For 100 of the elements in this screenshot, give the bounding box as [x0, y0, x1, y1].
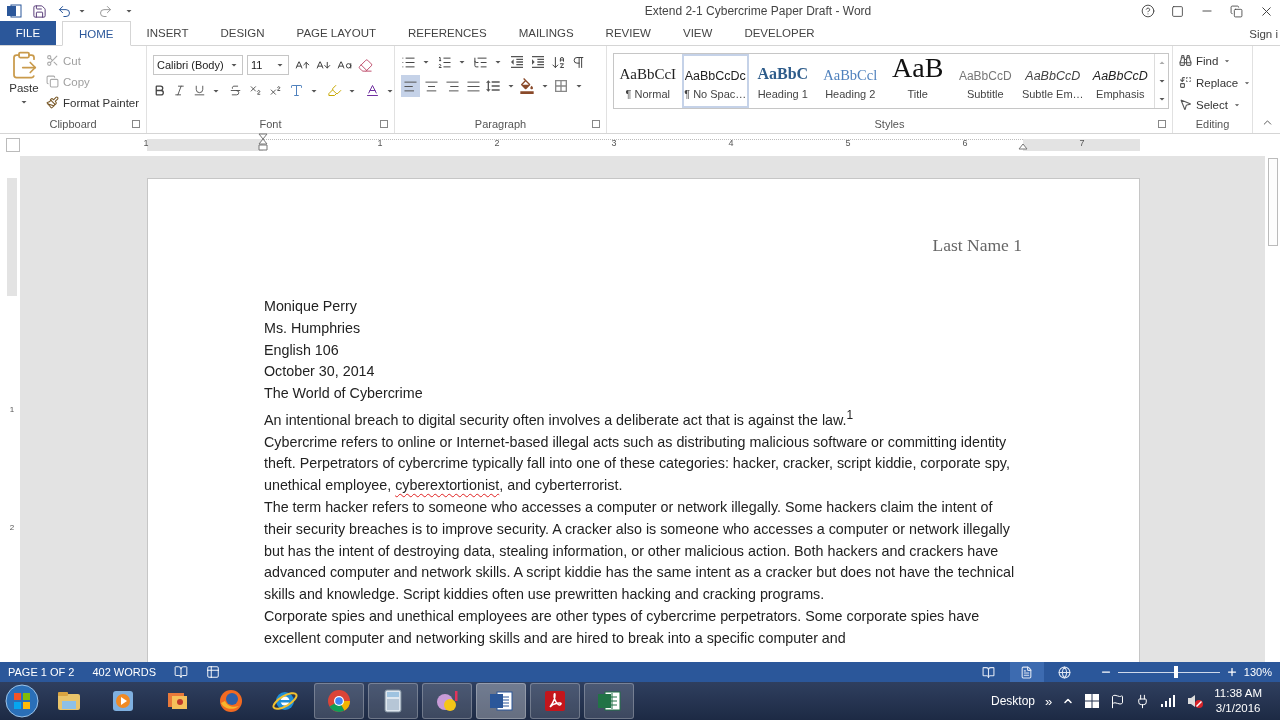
editing-button[interactable]: Find	[1179, 50, 1253, 71]
group-label: Font	[259, 118, 282, 130]
ribbon-tab[interactable]: VIEW	[667, 21, 729, 45]
style-preview: AaBbCcI	[619, 65, 677, 82]
taskbar-button[interactable]	[314, 683, 364, 719]
restore-icon[interactable]	[1230, 4, 1243, 18]
paragraph: Ms. Humphries	[264, 318, 362, 338]
color-wheel-icon[interactable]	[325, 687, 353, 715]
ruler-number: 1	[377, 138, 383, 148]
dialog-launcher-icon[interactable]	[1158, 120, 1166, 128]
zoom-slider[interactable]	[1117, 666, 1220, 678]
style-item[interactable]: AaB Title	[884, 54, 952, 108]
clear-format-icon[interactable]	[358, 57, 373, 73]
style-label: ¶ No Spac…	[684, 88, 747, 100]
ribbon-tab[interactable]: REVIEW	[589, 21, 667, 45]
style-item[interactable]: AaBbC Heading 1	[749, 54, 817, 108]
help-icon[interactable]	[1141, 4, 1155, 18]
zoom-in-icon[interactable]	[1225, 666, 1238, 678]
dialog-launcher-icon[interactable]	[132, 120, 140, 128]
taskbar-button[interactable]	[422, 683, 472, 719]
taskbar-button[interactable]	[368, 683, 418, 719]
numbering-icon[interactable]	[437, 54, 452, 70]
line-spacing-icon[interactable]	[485, 78, 501, 94]
word-count[interactable]: 402 WORDS	[92, 666, 156, 678]
desktop-toolbar[interactable]: Desktop	[991, 694, 1035, 708]
style-item[interactable]: AaBbCcl Heading 2	[816, 54, 884, 108]
style-label: Title	[907, 88, 928, 100]
font-name-field[interactable]: Calibri (Body)	[153, 55, 243, 75]
shading-icon[interactable]	[519, 78, 535, 94]
proofing-icon[interactable]	[174, 665, 188, 679]
taskbar-button[interactable]	[584, 683, 634, 719]
paintbrush-icon	[46, 96, 59, 109]
superscript-icon[interactable]	[269, 84, 282, 97]
style-preview: AaBbCcl	[823, 65, 878, 82]
style-item[interactable]: AaBbCcI ¶ Normal	[614, 54, 682, 108]
zoom-thumb[interactable]	[1174, 666, 1178, 678]
bullets-icon[interactable]	[401, 54, 416, 70]
view-button[interactable]	[1009, 662, 1044, 682]
ribbon-tab[interactable]: REFERENCES	[392, 21, 503, 45]
flag-icon[interactable]	[1110, 693, 1126, 709]
signal-icon[interactable]	[1160, 694, 1177, 708]
sign-in-link[interactable]: Sign i	[1249, 27, 1278, 40]
editing-button[interactable]: Select	[1179, 94, 1253, 115]
align-right-icon	[445, 78, 460, 94]
style-item[interactable]: AaBbCcDc ¶ No Spac…	[681, 54, 749, 108]
multilevel-list-icon[interactable]	[473, 54, 488, 70]
ribbon-tab[interactable]: PAGE LAYOUT	[280, 21, 393, 45]
group-label: Editing	[1195, 118, 1230, 130]
text-effects-icon[interactable]	[289, 83, 304, 98]
save-icon[interactable]	[32, 3, 47, 19]
start-button[interactable]	[4, 683, 40, 719]
zoom-level[interactable]: 130%	[1243, 666, 1272, 678]
ruler-number: 1	[8, 405, 16, 414]
toolbar-chevron[interactable]: »	[1045, 693, 1053, 709]
font-size-field[interactable]: 11	[247, 55, 289, 75]
macro-icon[interactable]	[206, 665, 220, 679]
ruler-number: 3	[611, 138, 617, 148]
style-item[interactable]: AaBbCcD Emphasis	[1086, 54, 1154, 108]
ribbon-tab[interactable]: DESIGN	[204, 21, 281, 45]
ribbon-display-icon[interactable]	[1171, 4, 1184, 18]
ribbon-tab[interactable]: DEVELOPER	[728, 21, 831, 45]
paste-button[interactable]: Paste	[6, 50, 42, 115]
subscript-icon[interactable]	[249, 84, 262, 97]
style-label: Subtitle	[966, 88, 1004, 100]
dialog-launcher-icon[interactable]	[592, 120, 600, 128]
file-tab[interactable]: FILE	[0, 21, 56, 45]
fox-globe-icon[interactable]	[217, 687, 245, 715]
increase-indent-icon[interactable]	[530, 54, 546, 70]
taskbar-button[interactable]	[476, 683, 526, 719]
style-preview: AaBbCcD	[1025, 67, 1081, 82]
underline-icon[interactable]	[193, 84, 206, 97]
font-color-icon[interactable]	[365, 83, 380, 98]
sort-icon[interactable]	[551, 54, 566, 70]
window-title: Extend 2-1 Cybercrime Paper Draft - Word	[643, 4, 873, 18]
undo-icon[interactable]	[57, 3, 72, 19]
taskbar-button[interactable]	[530, 683, 580, 719]
clock[interactable]: 11:38 AM 3/1/2016	[1214, 686, 1262, 716]
scrollbar-thumb[interactable]	[1268, 158, 1278, 246]
dialog-launcher-icon[interactable]	[380, 120, 388, 128]
style-label: Heading 1	[757, 88, 808, 100]
ribbon-tab[interactable]: HOME	[62, 21, 131, 46]
borders-icon[interactable]	[553, 78, 569, 94]
paragraph: Cybercrime refers to online or Internet-based illegal acts such as distributing malicious software or committing identity theft. Perpetrators of cybercrime typically fall into one of these categories: hacker, cracker, script kiddie, corporate spy, unethical employee, cyberextortionist, and cyberterrorist.	[264, 432, 1011, 496]
clipboard-button[interactable]: Format Painter	[46, 92, 140, 113]
editing-button[interactable]: Replace	[1179, 72, 1253, 93]
windows-icon[interactable]	[1084, 693, 1101, 709]
style-item[interactable]: AaBbCcD Subtle Em…	[1019, 54, 1087, 108]
ribbon-tab[interactable]: MAILINGS	[502, 21, 590, 45]
italic-icon[interactable]	[173, 84, 186, 97]
style-item[interactable]: AaBbCcD Subtitle	[951, 54, 1019, 108]
decrease-indent-icon[interactable]	[509, 54, 525, 70]
page-count[interactable]: PAGE 1 OF 2	[8, 666, 75, 678]
ribbon-tab[interactable]: INSERT	[130, 21, 205, 45]
align-left-icon	[403, 78, 418, 94]
ruler-number: 4	[728, 138, 734, 148]
bold-icon[interactable]	[153, 84, 166, 97]
app-icon[interactable]	[6, 3, 22, 19]
muted-speaker-icon[interactable]	[1186, 693, 1205, 709]
pilcrow-icon[interactable]	[571, 54, 586, 70]
strikethrough-icon[interactable]	[229, 84, 242, 97]
